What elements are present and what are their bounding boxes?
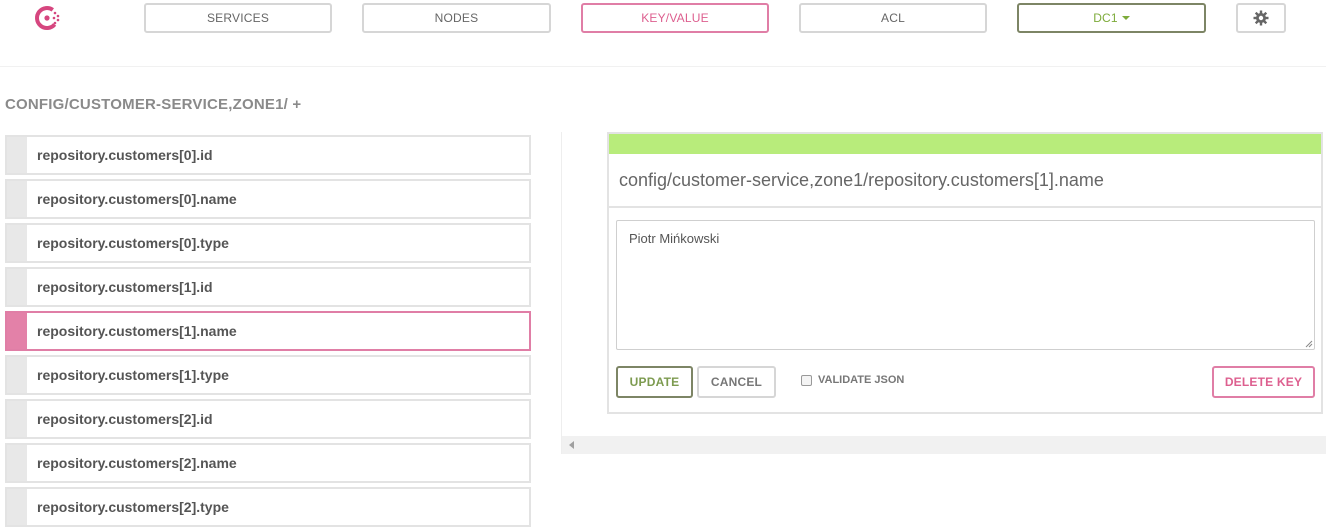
validate-json-checkbox[interactable]	[801, 374, 812, 386]
settings-button[interactable]	[1236, 3, 1286, 33]
row-marker	[7, 357, 27, 393]
key-title: config/customer-service,zone1/repository…	[619, 170, 1104, 190]
key-label: repository.customers[2].type	[37, 499, 229, 515]
key-label: repository.customers[0].type	[37, 235, 229, 251]
datacenter-dropdown[interactable]: DC1	[1017, 3, 1206, 33]
cancel-button[interactable]: CANCEL	[697, 366, 776, 398]
nav-services-button[interactable]: SERVICES	[144, 3, 332, 33]
value-textarea[interactable]: Piotr Mińkowski	[616, 220, 1315, 350]
nav-nodes-button[interactable]: NODES	[362, 3, 551, 33]
breadcrumb-path[interactable]: CONFIG/CUSTOMER-SERVICE,ZONE1/	[5, 96, 288, 113]
key-list-item[interactable]: repository.customers[0].name	[5, 179, 531, 219]
consul-logo[interactable]	[34, 4, 64, 32]
delete-key-button[interactable]: DELETE KEY	[1212, 366, 1315, 398]
scroll-left-icon[interactable]	[569, 441, 574, 449]
key-list: repository.customers[0].id repository.cu…	[5, 135, 531, 531]
key-editor-panel: config/customer-service,zone1/repository…	[607, 132, 1323, 414]
key-label: repository.customers[0].id	[37, 147, 213, 163]
update-button[interactable]: UPDATE	[616, 366, 693, 398]
nav-acl-button[interactable]: ACL	[799, 3, 987, 33]
horizontal-scrollbar[interactable]	[562, 436, 1326, 454]
row-marker	[7, 269, 27, 305]
key-label: repository.customers[2].name	[37, 455, 237, 471]
key-list-item[interactable]: repository.customers[2].name	[5, 443, 531, 483]
key-list-item-selected[interactable]: repository.customers[1].name	[5, 311, 531, 351]
key-label: repository.customers[1].type	[37, 367, 229, 383]
datacenter-label: DC1	[1093, 11, 1118, 25]
key-label: repository.customers[1].id	[37, 279, 213, 295]
breadcrumb: CONFIG/CUSTOMER-SERVICE,ZONE1/ +	[5, 96, 301, 113]
editor-divider	[609, 206, 1321, 208]
row-marker	[7, 401, 27, 437]
nav-keyvalue-button[interactable]: KEY/VALUE	[581, 3, 769, 33]
validate-json-label: VALIDATE JSON	[818, 374, 905, 386]
panel-divider	[561, 132, 562, 454]
key-list-item[interactable]: repository.customers[0].id	[5, 135, 531, 175]
key-list-item[interactable]: repository.customers[1].type	[5, 355, 531, 395]
row-marker	[7, 225, 27, 261]
key-list-item[interactable]: repository.customers[2].type	[5, 487, 531, 527]
key-label: repository.customers[2].id	[37, 411, 213, 427]
row-marker	[7, 313, 27, 349]
key-list-item[interactable]: repository.customers[1].id	[5, 267, 531, 307]
add-key-button[interactable]: +	[292, 96, 301, 113]
key-label: repository.customers[1].name	[37, 323, 237, 339]
row-marker	[7, 181, 27, 217]
caret-down-icon	[1121, 16, 1130, 20]
header-divider	[0, 66, 1326, 67]
row-marker	[7, 489, 27, 525]
resize-grip-icon[interactable]	[1305, 340, 1313, 348]
key-list-item[interactable]: repository.customers[0].type	[5, 223, 531, 263]
key-list-item[interactable]: repository.customers[2].id	[5, 399, 531, 439]
row-marker	[7, 137, 27, 173]
key-label: repository.customers[0].name	[37, 191, 237, 207]
gear-icon	[1253, 10, 1269, 26]
row-marker	[7, 445, 27, 481]
status-bar	[609, 134, 1321, 154]
validate-json-option[interactable]: VALIDATE JSON	[801, 374, 904, 386]
